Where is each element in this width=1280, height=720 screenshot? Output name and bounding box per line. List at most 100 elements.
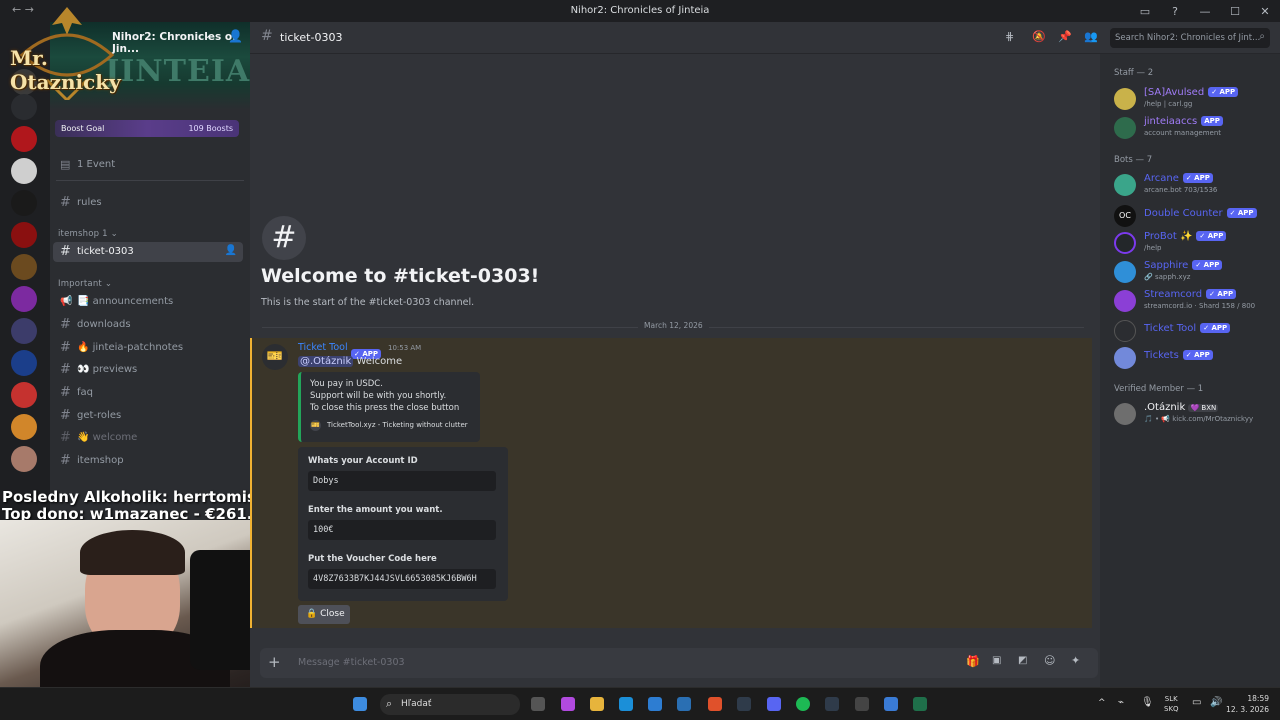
language-indicator[interactable]: SLK SKQ xyxy=(1164,694,1179,714)
server-icon[interactable] xyxy=(11,446,37,472)
user-mention[interactable]: @.Otáznik xyxy=(298,356,354,367)
message-author[interactable]: Ticket Tool xyxy=(298,342,348,353)
store-icon[interactable] xyxy=(648,697,662,711)
server-icon[interactable] xyxy=(11,222,37,248)
maximize-icon[interactable]: ☐ xyxy=(1220,5,1250,18)
channel-faq[interactable]: # faq xyxy=(53,383,243,403)
member-item[interactable]: Streamcord ✓ APP streamcord.io · Shard 15… xyxy=(1114,288,1280,314)
server-icon[interactable] xyxy=(11,382,37,408)
hash-icon: # xyxy=(60,340,71,355)
avatar xyxy=(1114,261,1136,283)
app-icon[interactable] xyxy=(913,697,927,711)
channel-rules[interactable]: # rules xyxy=(53,193,243,213)
app-icon[interactable] xyxy=(884,697,898,711)
member-item[interactable]: Tickets ✓ APP xyxy=(1114,345,1280,371)
steam-icon[interactable] xyxy=(737,697,751,711)
category-important[interactable]: Important ⌄ xyxy=(58,279,112,289)
taskbar-search[interactable]: ⌕ Hľadať xyxy=(380,694,520,715)
task-view-icon[interactable] xyxy=(531,697,545,711)
close-button-label: Close xyxy=(320,609,345,619)
member-item[interactable]: .Otáznik 💜 BXN 🎵 • 📢 kick.com/MrOtaznick… xyxy=(1114,401,1280,427)
search-input[interactable]: Search Nihor2: Chronicles of Jint... ⌕ xyxy=(1110,28,1270,48)
gift-icon[interactable]: 🎁 xyxy=(966,655,980,668)
member-status: 🔗 sapph.xyz xyxy=(1144,273,1191,281)
sticker-icon[interactable]: ◩ xyxy=(1018,655,1027,666)
spotify-icon[interactable] xyxy=(796,697,810,711)
chat-header: # ticket-0303 ⋕ 🔕 📌 👥 Search Nihor2: Chr… xyxy=(250,22,1280,54)
add-attachment-icon[interactable]: + xyxy=(268,653,281,671)
steam-icon-2[interactable] xyxy=(825,697,839,711)
events-item[interactable]: ▤ 1 Event xyxy=(53,155,243,175)
discord-icon[interactable] xyxy=(767,697,781,711)
volume-icon[interactable]: 🔊 xyxy=(1210,697,1222,708)
member-status: account management xyxy=(1144,129,1222,137)
member-item[interactable]: jinteiaaccs APP account management xyxy=(1114,115,1280,141)
message-composer[interactable]: + Message #ticket-0303 🎁 ▣ ◩ ☺ ✦ xyxy=(260,648,1098,678)
gif-icon[interactable]: ▣ xyxy=(992,655,1001,666)
add-member-icon[interactable]: 👤 xyxy=(225,245,237,256)
server-icon[interactable] xyxy=(11,414,37,440)
threads-icon[interactable]: ⋕ xyxy=(1005,30,1014,43)
tray-chevron-icon[interactable]: ^ xyxy=(1098,698,1106,708)
edge-icon[interactable] xyxy=(619,697,633,711)
avatar xyxy=(1114,290,1136,312)
start-icon[interactable] xyxy=(353,697,367,711)
chevron-down-icon[interactable]: ⌄ xyxy=(203,30,211,41)
member-item[interactable]: OC Double Counter ✓ APP xyxy=(1114,203,1280,229)
hash-icon: # xyxy=(60,430,71,445)
close-icon[interactable]: ✕ xyxy=(1250,5,1280,18)
pin-icon[interactable]: 📌 xyxy=(1058,30,1072,43)
server-icon[interactable] xyxy=(11,254,37,280)
windows-taskbar: ⌕ Hľadať ^ ⌁ 🎙 SLK SKQ ▭ 🔊 18:59 12. 3. 20… xyxy=(0,687,1280,720)
help-icon[interactable]: ? xyxy=(1160,5,1190,18)
channel-welcome[interactable]: # 👋 welcome xyxy=(53,428,243,448)
copilot-icon[interactable] xyxy=(561,697,575,711)
server-icon[interactable] xyxy=(11,190,37,216)
server-icon[interactable] xyxy=(11,126,37,152)
channel-ticket[interactable]: # ticket-0303 👤 xyxy=(53,242,243,262)
explorer-icon[interactable] xyxy=(590,697,604,711)
member-item[interactable]: Ticket Tool ✓ APP xyxy=(1114,318,1280,344)
emoji-icon[interactable]: ☺ xyxy=(1044,654,1055,667)
outlook-icon[interactable] xyxy=(677,697,691,711)
mute-icon[interactable]: 🔕 xyxy=(1032,30,1046,43)
member-item[interactable]: Arcane ✓ APP arcane.bot 703/1536 xyxy=(1114,172,1280,198)
server-icon[interactable] xyxy=(11,350,37,376)
close-ticket-button[interactable]: 🔒 Close xyxy=(298,605,350,624)
avatar xyxy=(1114,403,1136,425)
category-itemshop[interactable]: itemshop 1 ⌄ xyxy=(58,229,118,239)
channel-downloads[interactable]: # downloads xyxy=(53,315,243,335)
server-icon[interactable] xyxy=(11,286,37,312)
brave-icon[interactable] xyxy=(708,697,722,711)
obs-icon[interactable] xyxy=(855,697,869,711)
mic-icon[interactable]: 🎙 xyxy=(1141,697,1154,708)
network-icon[interactable]: ⌁ xyxy=(1118,697,1124,708)
minimize-icon[interactable]: — xyxy=(1190,5,1220,18)
channel-announcements[interactable]: 📢 📑 announcements xyxy=(53,292,243,312)
invite-icon[interactable]: 👤 xyxy=(228,29,243,43)
calendar-icon: ▤ xyxy=(60,158,71,171)
server-icon[interactable] xyxy=(11,158,37,184)
member-item[interactable]: [SA]Avulsed ✓ APP /help | carl.gg xyxy=(1114,86,1280,112)
channel-patchnotes[interactable]: # 🔥 jinteia-patchnotes xyxy=(53,338,243,358)
ticket-tool-avatar[interactable]: 🎫 xyxy=(262,344,288,370)
inbox-icon[interactable]: ▭ xyxy=(1130,5,1160,18)
field-label: Put the Voucher Code here xyxy=(308,554,437,564)
member-item[interactable]: Sapphire ✓ APP 🔗 sapph.xyz xyxy=(1114,259,1280,285)
hash-icon: # xyxy=(60,453,71,468)
member-item[interactable]: ProBot ✨ ✓ APP /help xyxy=(1114,230,1280,256)
apps-icon[interactable]: ✦ xyxy=(1071,654,1080,667)
channel-itemshop[interactable]: # itemshop xyxy=(53,451,243,471)
hash-icon: # xyxy=(60,317,71,332)
server-icon[interactable] xyxy=(11,318,37,344)
members-icon[interactable]: 👥 xyxy=(1084,30,1098,43)
member-status: /help | carl.gg xyxy=(1144,100,1193,108)
message-time: 10:53 AM xyxy=(388,344,422,352)
hash-icon: # xyxy=(60,362,71,377)
channel-previews[interactable]: # 👀 previews xyxy=(53,360,243,380)
channel-get-roles[interactable]: # get-roles xyxy=(53,406,243,426)
clock[interactable]: 18:59 12. 3. 2026 xyxy=(1224,693,1269,715)
avatar xyxy=(1114,320,1136,342)
boost-goal-bar[interactable]: Boost Goal 109 Boosts xyxy=(55,120,239,137)
display-icon[interactable]: ▭ xyxy=(1192,697,1201,708)
